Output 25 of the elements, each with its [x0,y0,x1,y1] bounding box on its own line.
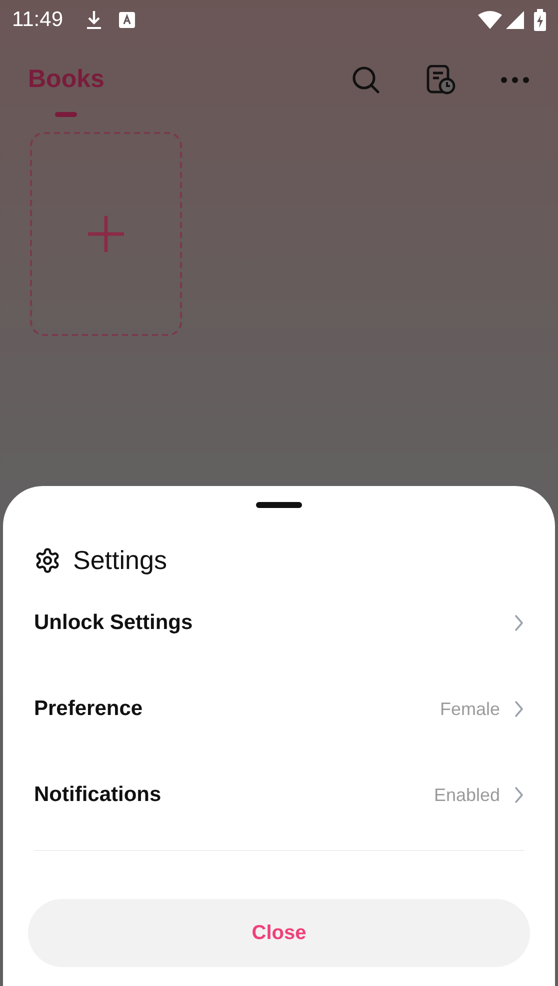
battery-icon [534,9,546,31]
plus-icon [86,214,126,254]
more-icon[interactable] [500,76,530,84]
status-time: 11:49 [12,7,63,34]
row-label: Notifications [34,782,162,808]
row-value: Enabled [434,784,500,806]
chevron-right-icon [514,786,524,804]
chevron-right-icon [514,700,524,718]
wifi-icon [478,11,502,29]
row-label: Unlock Settings [34,610,194,636]
drag-handle[interactable] [256,502,302,508]
row-label: Preference [34,696,144,722]
settings-row[interactable]: Preference Female [34,666,524,752]
sheet-title: Settings [73,544,167,577]
tab-indicator [55,112,78,117]
settings-row[interactable]: Notifications Enabled [34,752,524,838]
settings-row[interactable]: Unlock Settings [34,580,524,666]
signal-icon [506,11,524,29]
keyboard-app-icon [119,12,135,28]
document-clock-icon[interactable] [426,65,456,95]
chevron-right-icon [514,614,524,632]
download-icon [85,9,103,31]
settings-icon [34,547,61,574]
search-icon[interactable] [352,66,380,94]
row-value: Female [440,698,500,720]
